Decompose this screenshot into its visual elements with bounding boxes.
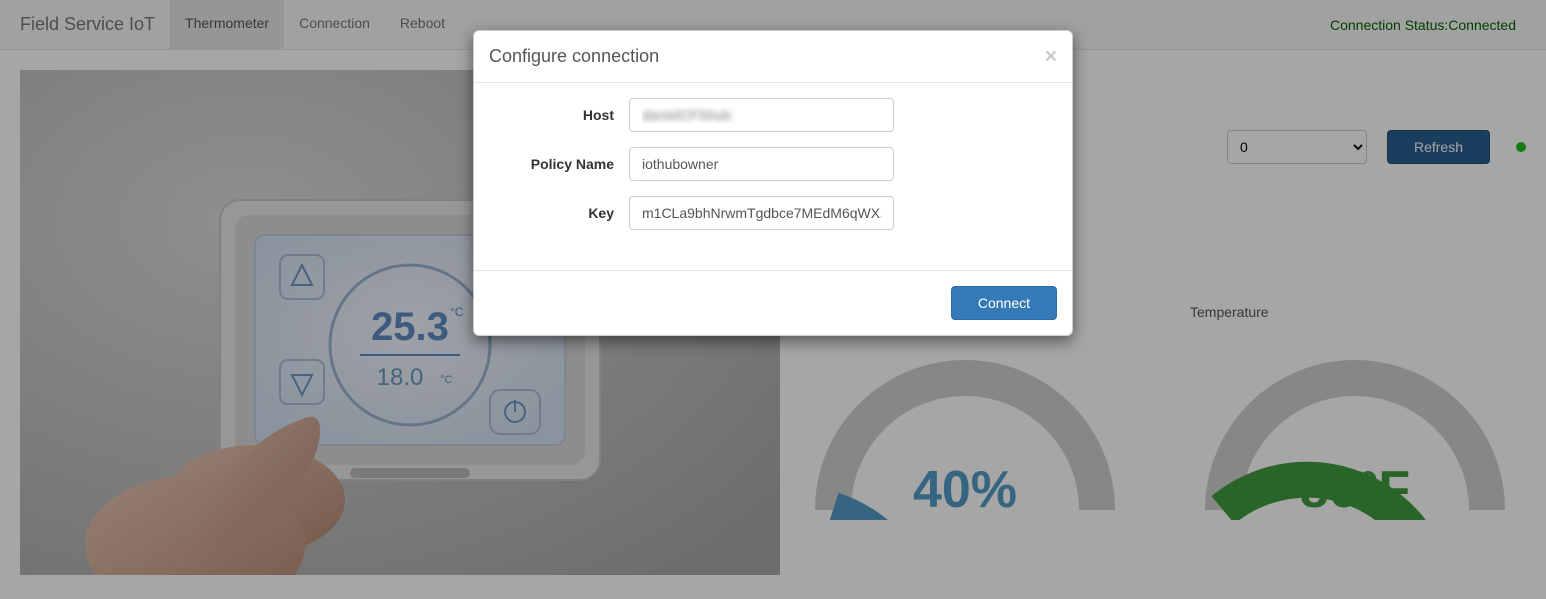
policy-name-input[interactable] [629, 147, 894, 181]
connect-button[interactable]: Connect [951, 286, 1057, 320]
modal-title: Configure connection [489, 46, 659, 67]
configure-connection-modal: Configure connection × Host Policy Name … [473, 30, 1073, 336]
key-input[interactable] [629, 196, 894, 230]
close-icon[interactable]: × [1045, 46, 1057, 67]
modal-body: Host Policy Name Key [474, 83, 1072, 270]
modal-footer: Connect [474, 270, 1072, 335]
key-label: Key [489, 205, 629, 221]
modal-header: Configure connection × [474, 31, 1072, 83]
host-input[interactable] [629, 98, 894, 132]
policy-name-label: Policy Name [489, 156, 629, 172]
host-label: Host [489, 107, 629, 123]
